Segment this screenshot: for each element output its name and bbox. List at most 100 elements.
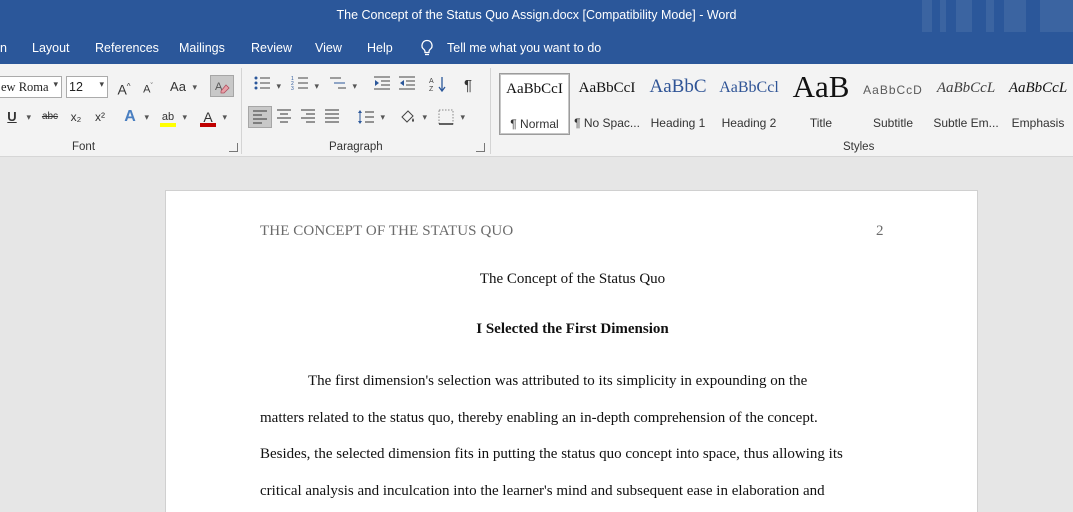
font-color-bar bbox=[200, 123, 216, 127]
ribbon-separator bbox=[490, 68, 491, 154]
style-title[interactable]: AaB Title bbox=[788, 69, 854, 135]
page-number: 2 bbox=[876, 223, 884, 239]
clear-formatting-button[interactable]: A bbox=[210, 75, 234, 97]
tab-layout[interactable]: Layout bbox=[32, 41, 70, 55]
align-left-button[interactable] bbox=[248, 106, 272, 128]
document-heading[interactable]: I Selected the First Dimension bbox=[166, 321, 979, 338]
styles-group-label: Styles bbox=[843, 141, 875, 153]
tab-view[interactable]: View bbox=[315, 41, 342, 55]
numbering-button[interactable]: 1 2 3 bbox=[288, 75, 319, 97]
tell-me-search[interactable]: Tell me what you want to do bbox=[447, 41, 601, 55]
align-left-icon bbox=[253, 110, 267, 124]
tab-help[interactable]: Help bbox=[367, 41, 393, 55]
title-bar: The Concept of the Status Quo Assign.doc… bbox=[0, 0, 1073, 32]
decrease-indent-button[interactable] bbox=[370, 75, 394, 97]
paragraph-line[interactable]: critical analysis and inculcation into t… bbox=[260, 483, 825, 500]
numbering-icon: 1 2 3 bbox=[291, 76, 308, 92]
style-preview: AaBbCcI bbox=[578, 80, 636, 96]
paragraph-line[interactable]: The first dimension's selection was attr… bbox=[308, 373, 807, 390]
style-preview: AaBbCcL bbox=[1008, 80, 1068, 96]
text-effects-button[interactable]: A bbox=[118, 106, 149, 128]
chevron-down-icon[interactable]: ▾ bbox=[99, 80, 104, 90]
align-right-button[interactable] bbox=[296, 106, 320, 128]
ribbon: ew Roma ▾ 12 ▾ A^ Aˇ Aa A U abc x₂ x² A … bbox=[0, 64, 1073, 157]
show-formatting-marks-button[interactable]: ¶ bbox=[456, 75, 480, 97]
font-dialog-launcher-icon[interactable] bbox=[229, 143, 238, 152]
style-name: ¶ Normal bbox=[510, 117, 559, 131]
font-color-button[interactable]: A bbox=[196, 106, 227, 128]
style-emphasis[interactable]: AaBbCcL Emphasis bbox=[1004, 73, 1072, 135]
text-effects-icon: A bbox=[124, 108, 136, 125]
chevron-down-icon[interactable]: ▾ bbox=[53, 80, 58, 90]
increase-indent-button[interactable] bbox=[395, 75, 419, 97]
sort-button[interactable]: A Z bbox=[426, 75, 450, 97]
increase-indent-icon bbox=[399, 76, 415, 90]
svg-text:Z: Z bbox=[429, 86, 434, 93]
grow-font-button[interactable]: A^ bbox=[112, 76, 136, 98]
paragraph-group-label: Paragraph bbox=[329, 141, 383, 153]
ribbon-separator bbox=[241, 68, 242, 154]
style-preview: AaB bbox=[792, 69, 850, 104]
style-preview: AaBbCcD bbox=[863, 83, 923, 97]
lightbulb-icon[interactable] bbox=[420, 39, 434, 57]
style-subtle-emphasis[interactable]: AaBbCcL Subtle Em... bbox=[932, 73, 1000, 135]
ribbon-tabs: n Layout References Mailings Review View… bbox=[0, 32, 1073, 64]
underline-icon: U bbox=[7, 109, 17, 124]
sort-icon: A Z bbox=[429, 77, 446, 93]
align-center-icon bbox=[277, 109, 291, 123]
highlight-color-button[interactable]: ab bbox=[156, 106, 187, 128]
document-title[interactable]: The Concept of the Status Quo bbox=[166, 271, 979, 288]
tab-design-partial[interactable]: n bbox=[0, 41, 7, 55]
align-center-button[interactable] bbox=[272, 106, 296, 128]
document-canvas[interactable]: THE CONCEPT OF THE STATUS QUO 2 The Conc… bbox=[0, 157, 1073, 512]
svg-text:A: A bbox=[429, 78, 434, 85]
eraser-icon: A bbox=[215, 81, 230, 94]
multilevel-list-icon bbox=[330, 77, 346, 89]
style-heading-1[interactable]: AaBbC Heading 1 bbox=[645, 73, 711, 135]
style-preview: AaBbCcI bbox=[506, 81, 563, 97]
justify-button[interactable] bbox=[320, 106, 344, 128]
paragraph-dialog-launcher-icon[interactable] bbox=[476, 143, 485, 152]
style-preview: AaBbCcL bbox=[936, 80, 996, 96]
multilevel-list-button[interactable] bbox=[326, 75, 357, 97]
pilcrow-icon: ¶ bbox=[463, 77, 473, 94]
svg-text:3: 3 bbox=[291, 86, 294, 91]
strikethrough-icon: abc bbox=[41, 111, 59, 122]
document-page[interactable]: THE CONCEPT OF THE STATUS QUO 2 The Conc… bbox=[165, 190, 978, 512]
font-size-value: 12 bbox=[69, 80, 83, 94]
tab-review[interactable]: Review bbox=[251, 41, 292, 55]
paragraph-line[interactable]: Besides, the selected dimension fits in … bbox=[260, 446, 843, 463]
tab-references[interactable]: References bbox=[95, 41, 159, 55]
font-size-combo[interactable]: 12 ▾ bbox=[66, 76, 108, 98]
style-name: Heading 1 bbox=[650, 116, 706, 130]
style-normal[interactable]: AaBbCcI ¶ Normal bbox=[499, 73, 570, 135]
tab-mailings[interactable]: Mailings bbox=[179, 41, 225, 55]
line-spacing-button[interactable] bbox=[354, 106, 385, 128]
style-heading-2[interactable]: AaBbCcl Heading 2 bbox=[716, 73, 782, 135]
paragraph-line[interactable]: matters related to the status quo, there… bbox=[260, 410, 818, 427]
style-name: Emphasis bbox=[1011, 116, 1065, 130]
shrink-font-button[interactable]: Aˇ bbox=[136, 76, 160, 98]
superscript-button[interactable]: x² bbox=[88, 106, 112, 128]
underline-button[interactable]: U bbox=[0, 106, 31, 128]
bullets-button[interactable] bbox=[250, 75, 281, 97]
style-name: ¶ No Spac... bbox=[574, 116, 640, 130]
style-no-spacing[interactable]: AaBbCcI ¶ No Spac... bbox=[572, 73, 642, 135]
running-head: THE CONCEPT OF THE STATUS QUO bbox=[260, 223, 514, 239]
style-preview: AaBbC bbox=[649, 76, 707, 97]
strikethrough-button[interactable]: abc bbox=[38, 106, 62, 128]
font-group-label: Font bbox=[72, 141, 96, 153]
bullets-icon bbox=[254, 76, 270, 90]
style-subtitle[interactable]: AaBbCcD Subtitle bbox=[860, 73, 926, 135]
font-family-combo[interactable]: ew Roma ▾ bbox=[0, 76, 62, 98]
change-case-button[interactable]: Aa bbox=[166, 76, 197, 98]
font-family-value: ew Roma bbox=[1, 80, 49, 94]
justify-icon bbox=[325, 109, 339, 123]
borders-button[interactable] bbox=[434, 106, 465, 128]
subscript-button[interactable]: x₂ bbox=[64, 106, 88, 128]
align-right-icon bbox=[301, 109, 315, 123]
style-name: Heading 2 bbox=[721, 116, 777, 130]
change-case-icon: Aa bbox=[170, 79, 186, 94]
highlighter-icon: ab bbox=[161, 111, 175, 123]
shading-button[interactable] bbox=[396, 106, 427, 128]
